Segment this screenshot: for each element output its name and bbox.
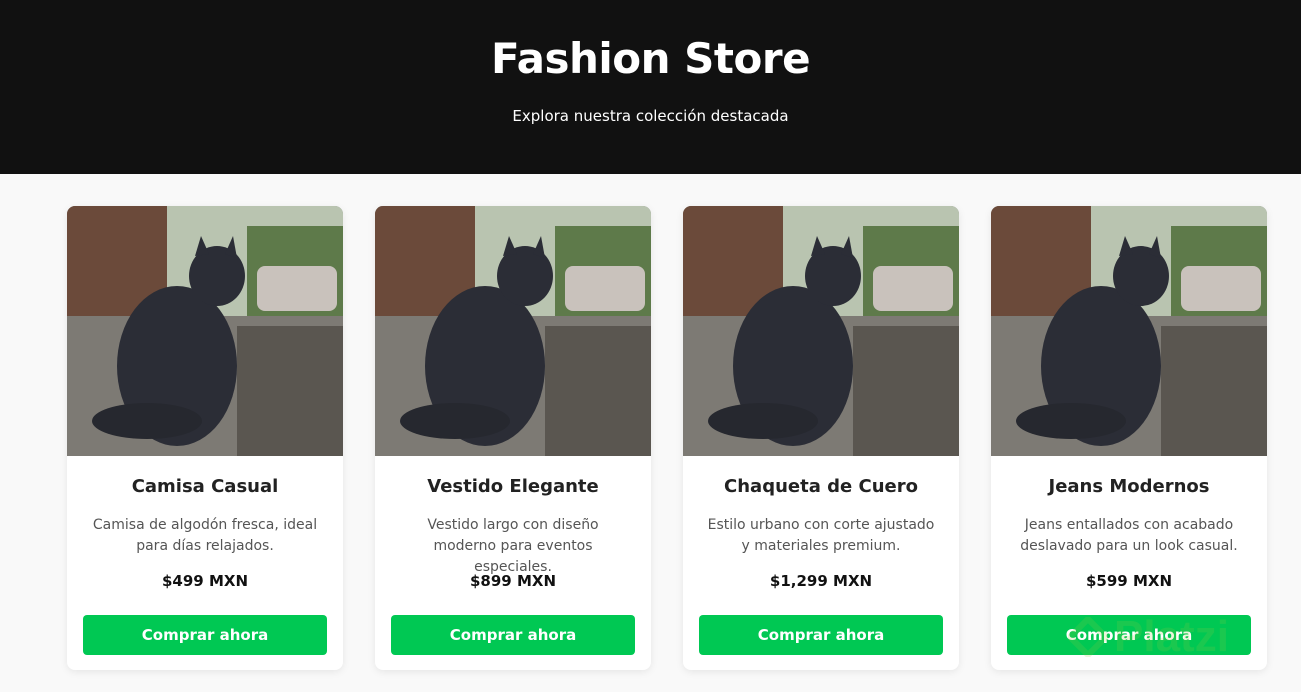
product-description: Vestido largo con diseño moderno para ev… <box>427 517 599 575</box>
product-image <box>991 206 1267 456</box>
product-image <box>683 206 959 456</box>
product-description: Estilo urbano con corte ajustado y mater… <box>707 517 935 554</box>
page-title: Fashion Store <box>490 34 811 83</box>
page-subtitle: Explora nuestra colección destacada <box>512 107 789 125</box>
platzi-watermark: Platzi <box>1068 612 1229 662</box>
product-name: Camisa Casual <box>131 476 279 497</box>
product-name: Vestido Elegante <box>427 476 599 497</box>
watermark-text: Platzi <box>1114 612 1229 661</box>
product-price: $599 MXN <box>1085 572 1172 590</box>
product-price: $899 MXN <box>469 572 556 590</box>
site-header: Fashion Store Explora nuestra colección … <box>0 0 1301 174</box>
product-image <box>67 206 343 456</box>
product-description: Camisa de algodón fresca, ideal para día… <box>92 517 318 554</box>
buy-button[interactable]: Comprar ahora <box>83 615 327 655</box>
product-name: Chaqueta de Cuero <box>724 476 918 497</box>
product-grid: Camisa Casual Camisa de algodón fresca, … <box>67 206 1267 670</box>
product-card: Jeans Modernos Jeans entallados con acab… <box>991 206 1267 670</box>
product-price: $499 MXN <box>161 572 248 590</box>
product-name: Jeans Modernos <box>1048 476 1210 497</box>
platzi-logo-icon <box>1068 617 1108 657</box>
product-image <box>375 206 651 456</box>
product-card: Chaqueta de Cuero Estilo urbano con cort… <box>683 206 959 670</box>
product-description: Jeans entallados con acabado deslavado p… <box>1020 517 1238 554</box>
buy-button[interactable]: Comprar ahora <box>699 615 943 655</box>
buy-button[interactable]: Comprar ahora <box>391 615 635 655</box>
product-card: Camisa Casual Camisa de algodón fresca, … <box>67 206 343 670</box>
product-card: Vestido Elegante Vestido largo con diseñ… <box>375 206 651 670</box>
product-price: $1,299 MXN <box>769 572 873 590</box>
